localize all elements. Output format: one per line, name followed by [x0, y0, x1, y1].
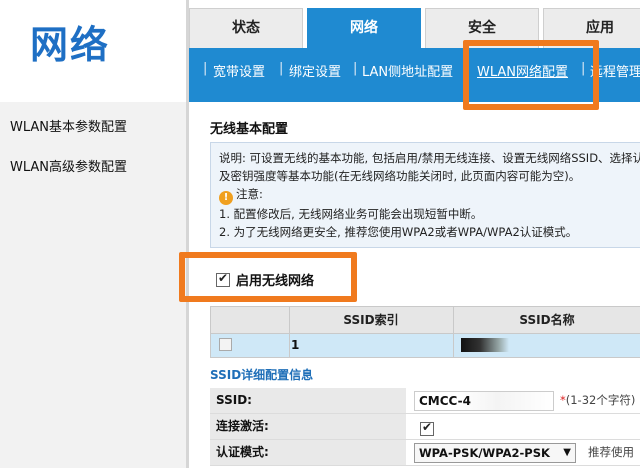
- activate-label: 连接激活:: [210, 414, 406, 439]
- subnav-broadband[interactable]: 宽带设置: [213, 61, 265, 80]
- activate-checkbox[interactable]: [420, 420, 434, 436]
- note-title: 注意:: [236, 187, 263, 201]
- subnav-separator: |: [581, 61, 586, 76]
- note-header: ! 注意:: [219, 185, 640, 205]
- enable-wifi-row: 启用无线网络: [216, 270, 314, 290]
- tab-application[interactable]: 应用: [543, 8, 640, 48]
- column-divider: [289, 334, 290, 357]
- sub-nav: | 宽带设置 | 绑定设置 | LAN侧地址配置 WLAN网络配置 | 远程管理: [189, 48, 640, 102]
- header-ssid-index: SSID索引: [343, 313, 399, 327]
- auth-mode-value: WPA-PSK/WPA2-PSK: [419, 446, 550, 460]
- redacted-ssid-name: [461, 338, 509, 352]
- note-line-2: 2. 为了无线网络更安全, 推荐您使用WPA2或者WPA/WPA2认证模式。: [219, 225, 578, 239]
- activate-row: 连接激活:: [210, 414, 640, 440]
- tab-network[interactable]: 网络: [307, 8, 421, 48]
- detail-title: SSID详细配置信息: [210, 368, 314, 382]
- tab-security[interactable]: 安全: [425, 8, 539, 48]
- subnav-binding[interactable]: 绑定设置: [289, 61, 341, 80]
- subnav-remote-management[interactable]: 远程管理: [590, 61, 640, 80]
- note-line-1: 1. 配置修改后, 无线网络业务可能会出现短暂中断。: [219, 207, 483, 221]
- table-row[interactable]: 1: [210, 334, 640, 358]
- ssid-index-cell: 1: [291, 338, 300, 352]
- subnav-separator: |: [353, 61, 358, 76]
- enable-wifi-label: 启用无线网络: [236, 274, 315, 289]
- header-ssid-name: SSID名称: [519, 313, 575, 327]
- description-line-2: 及密钥强度等基本功能(在无线网络功能关闭时, 此页面内容可能为空)。: [219, 169, 581, 183]
- auth-mode-select[interactable]: WPA-PSK/WPA2-PSK ▼: [414, 443, 576, 463]
- description-box: 说明: 可设置无线的基本功能, 包括启用/禁用无线连接、设置无线网络SSID、选…: [210, 142, 640, 248]
- ssid-hint-text: (1-32个字符): [565, 393, 636, 407]
- column-divider: [453, 334, 454, 357]
- ssid-hint: *(1-32个字符): [560, 388, 635, 413]
- description-line-1: 说明: 可设置无线的基本功能, 包括启用/禁用无线连接、设置无线网络SSID、选…: [219, 151, 640, 165]
- enable-wifi-checkbox[interactable]: [216, 271, 230, 287]
- section-title: 无线基本配置: [210, 122, 289, 137]
- ssid-row: SSID: *(1-32个字符): [210, 388, 640, 414]
- warning-icon: !: [219, 191, 233, 205]
- subnav-separator: |: [203, 61, 208, 76]
- ssid-table-header: SSID索引 SSID名称: [210, 306, 640, 334]
- subnav-lan-address[interactable]: LAN侧地址配置: [362, 61, 453, 80]
- auth-row: 认证模式: WPA-PSK/WPA2-PSK ▼ 推荐使用: [210, 440, 640, 466]
- top-tab-bar: 状态 网络 安全 应用: [189, 0, 640, 50]
- left-sidebar: 网络 WLAN基本参数配置 WLAN高级参数配置: [0, 0, 188, 468]
- page-title: 网络: [30, 23, 111, 67]
- ssid-label: SSID:: [210, 388, 406, 413]
- activate-cell: [420, 419, 434, 438]
- brand-area: 网络: [0, 0, 188, 102]
- sidebar-item-wlan-advanced[interactable]: WLAN高级参数配置: [0, 148, 188, 188]
- tab-status[interactable]: 状态: [189, 8, 303, 48]
- auth-hint: 推荐使用: [588, 445, 634, 459]
- sidebar-item-wlan-basic[interactable]: WLAN基本参数配置: [0, 108, 188, 148]
- ssid-input[interactable]: [414, 391, 554, 411]
- row-select-checkbox[interactable]: [219, 338, 232, 351]
- subnav-wlan-config[interactable]: WLAN网络配置: [477, 61, 568, 80]
- subnav-separator: |: [279, 61, 284, 76]
- dropdown-arrow-icon: ▼: [563, 447, 571, 458]
- auth-label: 认证模式:: [210, 440, 406, 465]
